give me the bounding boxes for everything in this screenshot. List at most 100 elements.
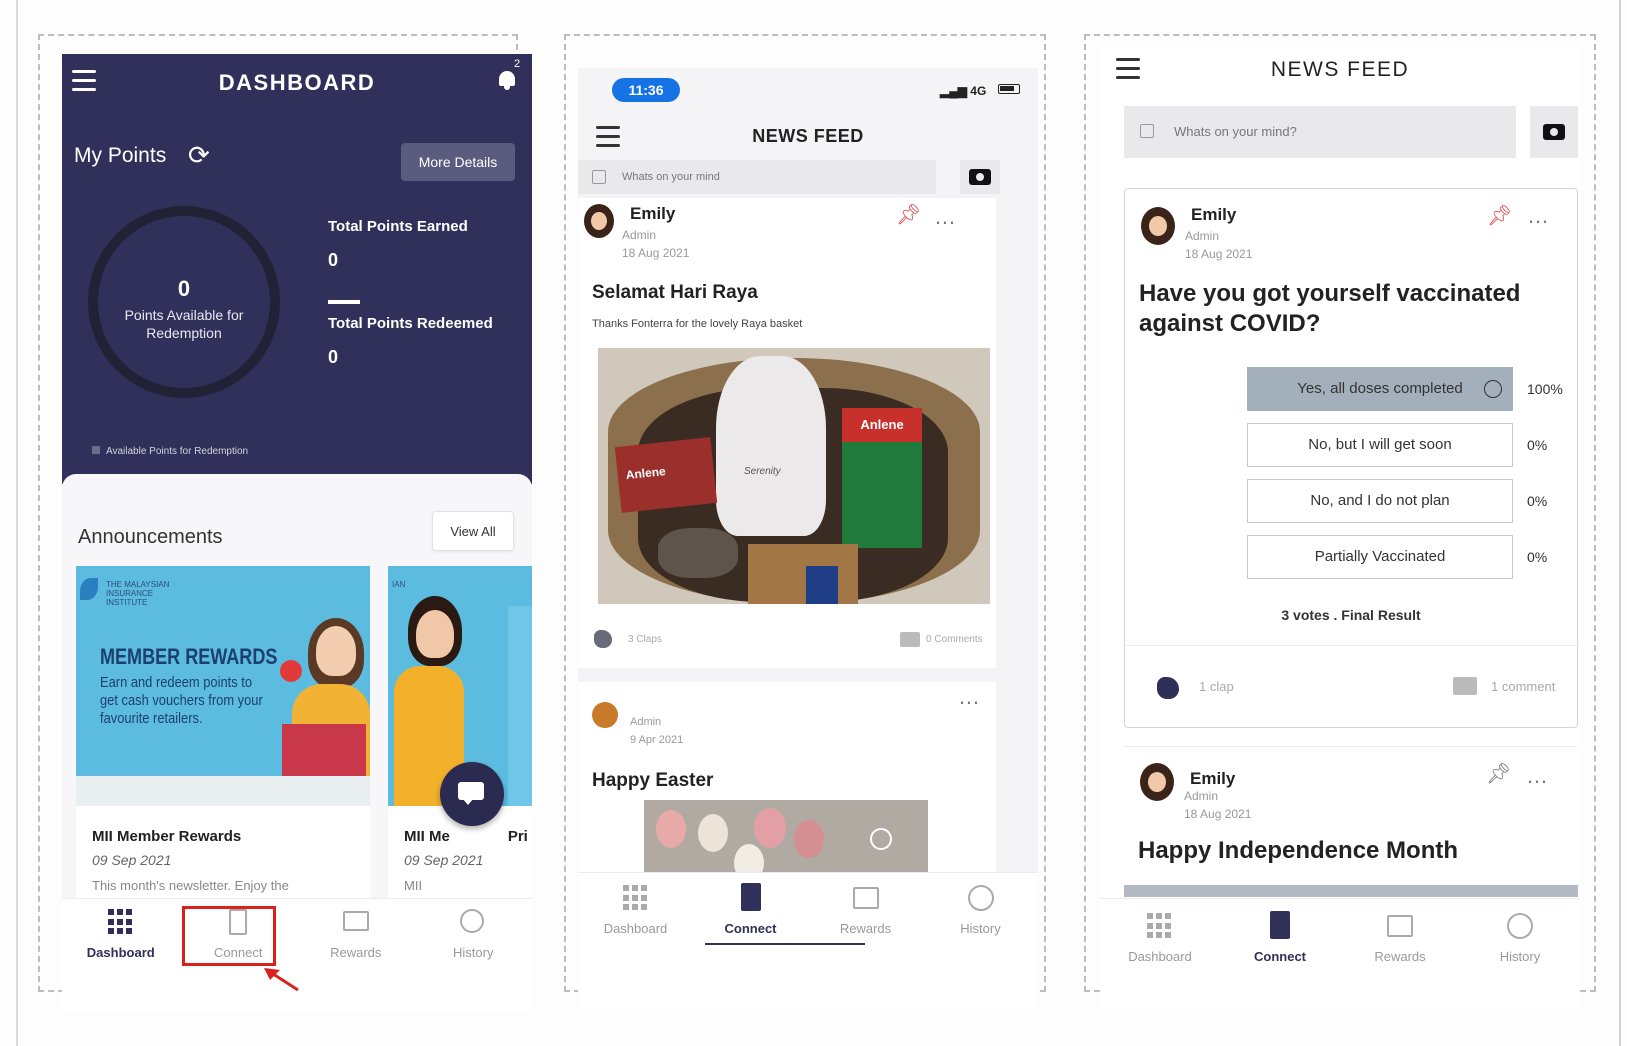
card-snippet: MII <box>404 878 423 893</box>
avatar <box>584 204 614 238</box>
egg-image <box>698 814 728 852</box>
nav-label: History <box>453 945 494 960</box>
compose-placeholder: Whats on your mind? <box>1174 124 1297 139</box>
my-points-title: My Points <box>74 144 167 167</box>
edit-icon <box>1140 124 1154 138</box>
check-icon <box>1484 380 1502 398</box>
compose-input[interactable]: Whats on your mind? <box>1124 106 1516 158</box>
left-edge <box>16 0 18 1046</box>
post-date: 18 Aug 2021 <box>1184 807 1252 821</box>
poll-option[interactable]: No, but I will get soon <box>1247 423 1513 467</box>
nav-label: Connect <box>1254 949 1306 964</box>
more-options-icon[interactable]: … <box>934 204 957 230</box>
compose-placeholder: Whats on your mind <box>622 171 720 183</box>
container-image <box>658 528 738 578</box>
nav-connect[interactable]: Connect <box>1220 899 1340 1008</box>
bottom-nav: Dashboard Connect Rewards History <box>578 872 1038 1008</box>
pin-icon[interactable]: 📌︎ <box>896 202 921 227</box>
page-title: NEWS FEED <box>1270 58 1410 81</box>
clap-count: 1 clap <box>1199 679 1234 694</box>
nav-dashboard[interactable]: Dashboard <box>1100 899 1220 1008</box>
poll-percent: 0% <box>1527 437 1548 453</box>
poll-option[interactable]: Yes, all doses completed <box>1247 367 1513 411</box>
points-ring <box>88 206 280 398</box>
post-date: 18 Aug 2021 <box>1185 247 1253 261</box>
page-title: NEWS FEED <box>752 126 864 146</box>
post-role: Admin <box>630 716 662 728</box>
camera-button[interactable] <box>1530 106 1578 158</box>
card-title: MII Member Rewards <box>92 828 242 845</box>
post-photo[interactable]: Serenity Anlene Anlene <box>598 348 990 604</box>
screenshot-canvas: DASHBOARD 2 My Points ⟳ More Details 0 P… <box>0 0 1627 1046</box>
poll-option[interactable]: No, and I do not plan <box>1247 479 1513 523</box>
announcement-card[interactable]: THE MALAYSIAN INSURANCE INSTITUTE MEMBER… <box>76 566 370 916</box>
post-title: Happy Independence Month <box>1138 837 1459 864</box>
news-feed-screen-mobile: 11:36 ▂▄▆ 4G NEWS FEED Whats on your min… <box>578 68 1038 1008</box>
more-options-icon[interactable]: … <box>1526 763 1549 789</box>
clap-count: 3 Claps <box>628 634 662 645</box>
pin-icon[interactable]: 📌︎ <box>1487 203 1512 228</box>
poll-question: Have you got yourself vaccinated against… <box>1139 280 1521 337</box>
chat-fab-button[interactable] <box>440 762 504 826</box>
post-author: Emily <box>630 204 676 223</box>
pin-icon[interactable]: 📌︎ <box>1486 761 1511 786</box>
history-icon <box>967 885 994 911</box>
banner-brand: THE MALAYSIAN INSURANCE INSTITUTE <box>106 580 170 607</box>
post-image-preview <box>1124 885 1578 897</box>
refresh-icon[interactable]: ⟳ <box>188 140 210 171</box>
card-date: 09 Sep 2021 <box>404 852 484 868</box>
card-title: MII Me Pri <box>404 828 528 845</box>
bell-icon[interactable] <box>496 68 518 92</box>
nav-rewards[interactable]: Rewards <box>808 873 923 1008</box>
nav-history[interactable]: History <box>415 899 533 978</box>
status-time: 11:36 <box>612 78 680 102</box>
nav-rewards[interactable]: Rewards <box>297 899 415 978</box>
nav-history[interactable]: History <box>1460 899 1580 1008</box>
poll-percent: 0% <box>1527 549 1548 565</box>
comment-count: 1 comment <box>1491 679 1556 694</box>
more-details-button[interactable]: More Details <box>401 143 515 181</box>
nav-label: Connect <box>724 921 777 936</box>
history-icon <box>1507 913 1533 939</box>
available-points-label: Points Available for Redemption <box>124 307 244 341</box>
more-options-icon[interactable]: … <box>958 684 981 710</box>
nav-dashboard[interactable]: Dashboard <box>62 899 180 978</box>
easter-eggs-photo[interactable] <box>644 800 928 882</box>
egg-image <box>656 810 686 848</box>
post-title: Selamat Hari Raya <box>592 282 758 303</box>
comment-icon[interactable] <box>1453 677 1477 695</box>
box-brand: Anlene <box>842 408 922 442</box>
avatar <box>1141 207 1175 245</box>
compose-input[interactable]: Whats on your mind <box>578 160 936 194</box>
nav-history[interactable]: History <box>923 873 1038 1008</box>
nav-label: Rewards <box>330 945 382 960</box>
camera-button[interactable] <box>960 160 1000 194</box>
comment-icon[interactable] <box>900 632 920 647</box>
notification-count: 2 <box>514 58 521 70</box>
total-earned-value: 0 <box>328 250 339 270</box>
avatar <box>1140 763 1174 801</box>
announcement-card[interactable]: IAN MII Me Pri 09 Sep 2021 MII <box>388 566 532 916</box>
clap-icon[interactable] <box>1157 677 1179 699</box>
network-indicator: ▂▄▆ 4G <box>940 84 987 98</box>
milk-box-left: Anlene <box>614 437 718 513</box>
poll-option[interactable]: Partially Vaccinated <box>1247 535 1513 579</box>
poll-percent: 100% <box>1527 381 1563 397</box>
banner-person-face <box>316 626 356 676</box>
view-all-button[interactable]: View All <box>432 511 514 551</box>
post-date: 18 Aug 2021 <box>622 246 690 260</box>
dashboard-screen: DASHBOARD 2 My Points ⟳ More Details 0 P… <box>62 54 532 1012</box>
nav-label: Rewards <box>1374 949 1426 964</box>
gift-icon <box>1387 915 1413 937</box>
nav-dashboard[interactable]: Dashboard <box>578 873 693 1008</box>
clap-icon[interactable] <box>594 630 612 648</box>
more-options-icon[interactable]: … <box>1527 203 1550 229</box>
camera-icon <box>1543 124 1565 140</box>
nav-rewards[interactable]: Rewards <box>1340 899 1460 1008</box>
right-edge <box>1619 0 1621 1046</box>
nav-label: Rewards <box>839 921 892 936</box>
poll-percent: 0% <box>1527 493 1548 509</box>
nav-connect[interactable]: Connect <box>693 873 865 1008</box>
biscuits-image <box>748 544 858 604</box>
gift-icon <box>852 887 879 909</box>
